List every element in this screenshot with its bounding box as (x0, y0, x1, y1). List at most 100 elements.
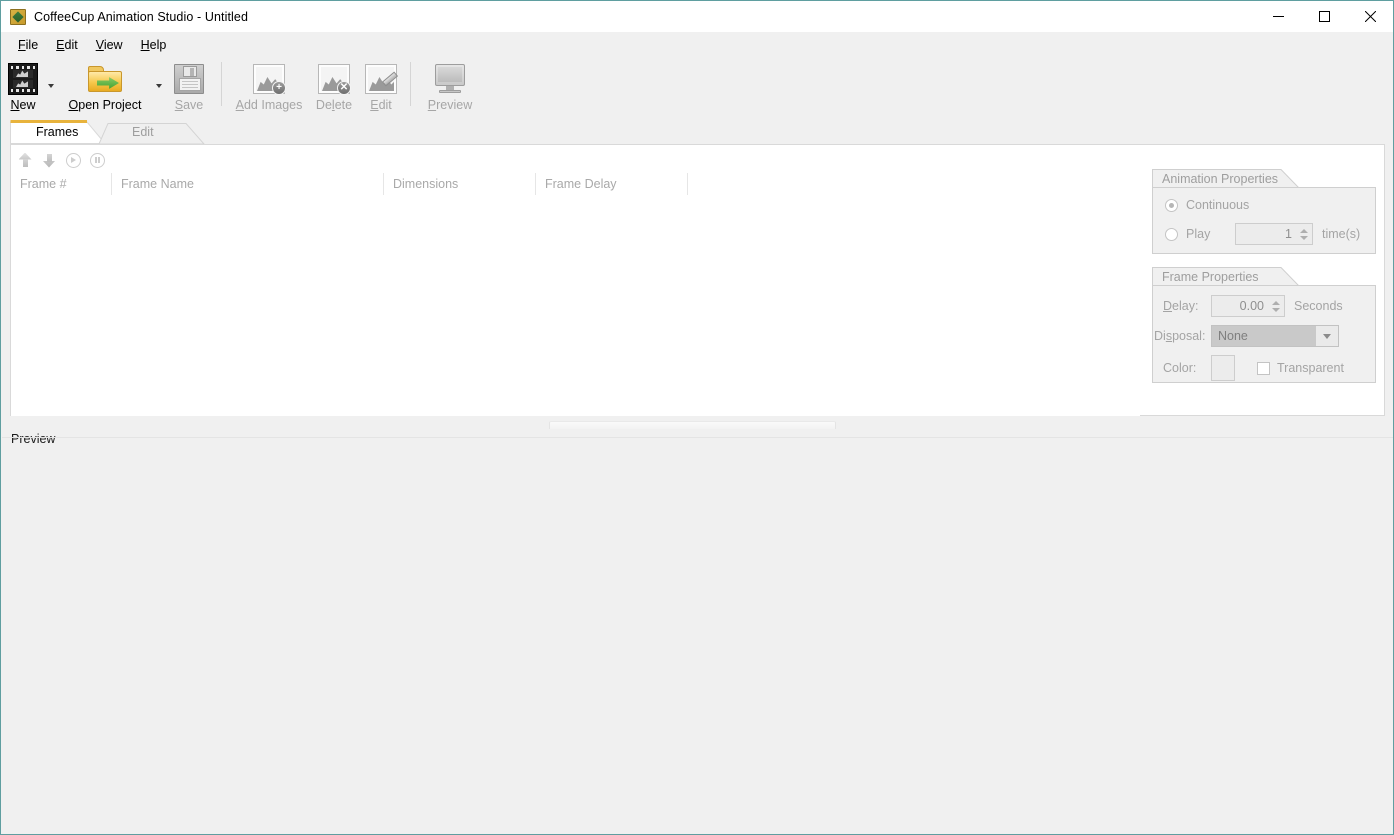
window-title: CoffeeCup Animation Studio - Untitled (34, 9, 249, 24)
window-controls (1255, 1, 1393, 32)
frame-properties-header: Frame Properties (1152, 267, 1300, 286)
frame-properties-title: Frame Properties (1162, 269, 1259, 284)
open-folder-icon (88, 61, 122, 97)
application-window: CoffeeCup Animation Studio - Untitled Fi… (0, 0, 1394, 835)
disposal-label: Disposal: (1154, 329, 1206, 343)
color-row: Color: Transparent (1163, 355, 1365, 381)
color-swatch-button[interactable] (1211, 355, 1235, 381)
menu-view[interactable]: View (87, 35, 132, 55)
toolbar-separator-2 (410, 62, 411, 106)
save-button-label: Save (174, 98, 204, 112)
open-project-dropdown-caret-icon[interactable] (153, 60, 165, 118)
edit-image-icon (365, 61, 397, 97)
continuous-label: Continuous (1186, 198, 1250, 212)
delete-button[interactable]: ✕ Delete (308, 58, 360, 116)
menu-help-rest: elp (149, 38, 167, 52)
toolbar-separator-1 (221, 62, 222, 106)
delete-image-icon: ✕ (318, 61, 351, 97)
move-up-button[interactable] (15, 150, 35, 170)
film-strip-icon (8, 61, 38, 97)
times-label: time(s) (1322, 227, 1361, 241)
add-images-button-label: Add Images (235, 98, 303, 112)
frame-list-toolbar (15, 149, 107, 171)
color-label: Color: (1163, 361, 1197, 375)
new-button[interactable]: New (1, 58, 45, 116)
coffeecup-icon (10, 8, 26, 25)
play-count-stepper[interactable]: 1 (1235, 223, 1313, 245)
close-icon[interactable] (1347, 1, 1393, 32)
open-project-button-label: Open Project (68, 98, 142, 112)
preview-canvas[interactable] (2, 450, 1393, 834)
title-bar: CoffeeCup Animation Studio - Untitled (1, 1, 1393, 32)
animation-properties-body: Continuous Play 1 time(s) (1152, 187, 1376, 254)
open-project-button[interactable]: Open Project (57, 58, 153, 116)
continuous-radio[interactable] (1165, 198, 1178, 212)
frame-list-header: Frame # Frame Name Dimensions Frame Dela… (11, 173, 1140, 196)
menu-edit[interactable]: Edit (47, 35, 87, 55)
pause-icon (89, 152, 105, 168)
menu-view-rest: iew (103, 38, 123, 52)
menu-bar: File Edit View Help (1, 32, 1393, 58)
preview-pane-title: Preview (11, 432, 56, 446)
main-toolbar: New Open Project Save + Add Images ✕ Del… (1, 58, 1393, 119)
delay-label: Delay: (1163, 299, 1199, 313)
maximize-icon[interactable] (1301, 1, 1347, 32)
tab-edit-label: Edit (132, 124, 154, 139)
menu-file[interactable]: File (9, 35, 47, 55)
play-count-arrows-icon[interactable] (1297, 224, 1310, 244)
pause-button[interactable] (87, 150, 107, 170)
column-header-frame-delay[interactable]: Frame Delay (536, 173, 688, 195)
chevron-down-icon[interactable] (1316, 326, 1338, 346)
disposal-select[interactable]: None (1211, 325, 1339, 347)
menu-help[interactable]: Help (132, 35, 176, 55)
tab-strip: Frames Edit (1, 119, 1393, 144)
frame-list-body[interactable] (11, 195, 1140, 416)
save-button[interactable]: Save (165, 58, 213, 116)
edit-button-label: Edit (370, 98, 392, 112)
new-button-label: New (10, 98, 36, 112)
menu-edit-rest: dit (64, 38, 78, 52)
preview-button[interactable]: Preview (419, 58, 481, 116)
frame-properties-panel: Frame Properties Delay: 0.00 Seconds Dis… (1152, 267, 1376, 383)
delay-row: Delay: 0.00 Seconds (1163, 295, 1365, 317)
monitor-icon (434, 61, 466, 97)
disposal-row: Disposal: None (1154, 325, 1365, 347)
preview-button-label: Preview (427, 98, 473, 112)
edit-button[interactable]: Edit (360, 58, 402, 116)
tab-edit[interactable]: Edit (98, 119, 206, 144)
delay-arrows-icon[interactable] (1269, 296, 1282, 316)
column-header-frame-number[interactable]: Frame # (11, 173, 112, 195)
preview-pane-rule (2, 437, 1393, 438)
delay-value: 0.00 (1239, 299, 1264, 313)
tab-frames-label: Frames (36, 124, 79, 139)
continuous-row[interactable]: Continuous (1165, 198, 1363, 212)
floppy-disk-icon (174, 61, 204, 97)
new-dropdown-caret-icon[interactable] (45, 60, 57, 118)
transparent-checkbox[interactable] (1257, 361, 1270, 375)
add-image-icon: + (253, 61, 286, 97)
delay-unit-label: Seconds (1294, 299, 1343, 313)
play-count-value: 1 (1285, 227, 1292, 241)
minimize-icon[interactable] (1255, 1, 1301, 32)
arrow-down-icon (43, 153, 56, 168)
move-down-button[interactable] (39, 150, 59, 170)
tab-frames[interactable]: Frames (10, 119, 106, 144)
play-icon (65, 152, 81, 168)
column-header-dimensions[interactable]: Dimensions (384, 173, 536, 195)
animation-properties-panel: Animation Properties Continuous Play 1 t… (1152, 169, 1376, 254)
animation-properties-title: Animation Properties (1162, 171, 1279, 186)
column-header-frame-name[interactable]: Frame Name (112, 173, 384, 195)
frame-properties-body: Delay: 0.00 Seconds Disposal: None Color… (1152, 285, 1376, 383)
transparent-label: Transparent (1277, 361, 1344, 375)
animation-properties-header: Animation Properties (1152, 169, 1300, 188)
play-label: Play (1186, 227, 1211, 241)
frames-panel: Frame # Frame Name Dimensions Frame Dela… (10, 144, 1385, 416)
arrow-up-icon (19, 153, 32, 168)
add-images-button[interactable]: + Add Images (230, 58, 308, 116)
menu-file-rest: ile (25, 38, 39, 52)
play-radio[interactable] (1165, 227, 1178, 241)
play-row[interactable]: Play 1 time(s) (1165, 223, 1363, 245)
preview-pane: Preview (2, 429, 1393, 834)
delay-stepper[interactable]: 0.00 (1211, 295, 1285, 317)
play-button[interactable] (63, 150, 83, 170)
